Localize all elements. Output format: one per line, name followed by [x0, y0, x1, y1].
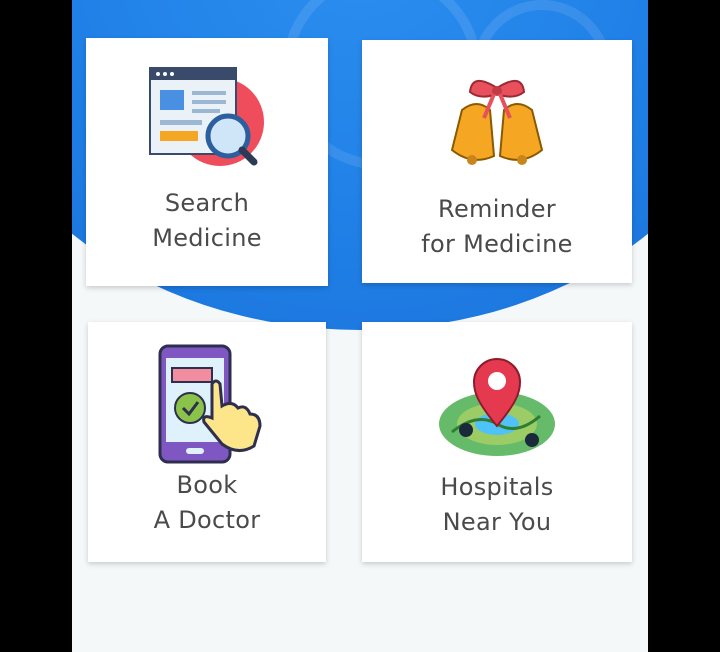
hospitals-card[interactable]: Hospitals Near You [362, 322, 632, 562]
bells-icon [450, 80, 544, 165]
map-pin-icon [439, 358, 555, 456]
label-line-1: Search [164, 189, 250, 217]
label-line-2: Near You [442, 508, 552, 536]
book-doctor-card[interactable]: Book A Doctor [88, 322, 326, 562]
label-line-1: Hospitals [440, 473, 554, 501]
card-label: Hospitals Near You [440, 470, 553, 540]
search-document-icon [149, 67, 264, 166]
app-screen: Search Medicine Reminder for Medicine Bo… [72, 0, 648, 652]
label-line-2: A Doctor [153, 506, 261, 534]
label-line-2: Medicine [152, 224, 262, 252]
reminder-card[interactable]: Reminder for Medicine [362, 40, 632, 283]
label-line-1: Reminder [438, 195, 556, 223]
card-label: Search Medicine [152, 186, 262, 256]
label-line-2: for Medicine [421, 230, 573, 258]
card-label: Book A Doctor [154, 468, 261, 538]
label-line-1: Book [176, 471, 238, 499]
card-label: Reminder for Medicine [421, 192, 572, 262]
search-medicine-card[interactable]: Search Medicine [86, 38, 328, 286]
phone-tap-icon [158, 344, 262, 464]
